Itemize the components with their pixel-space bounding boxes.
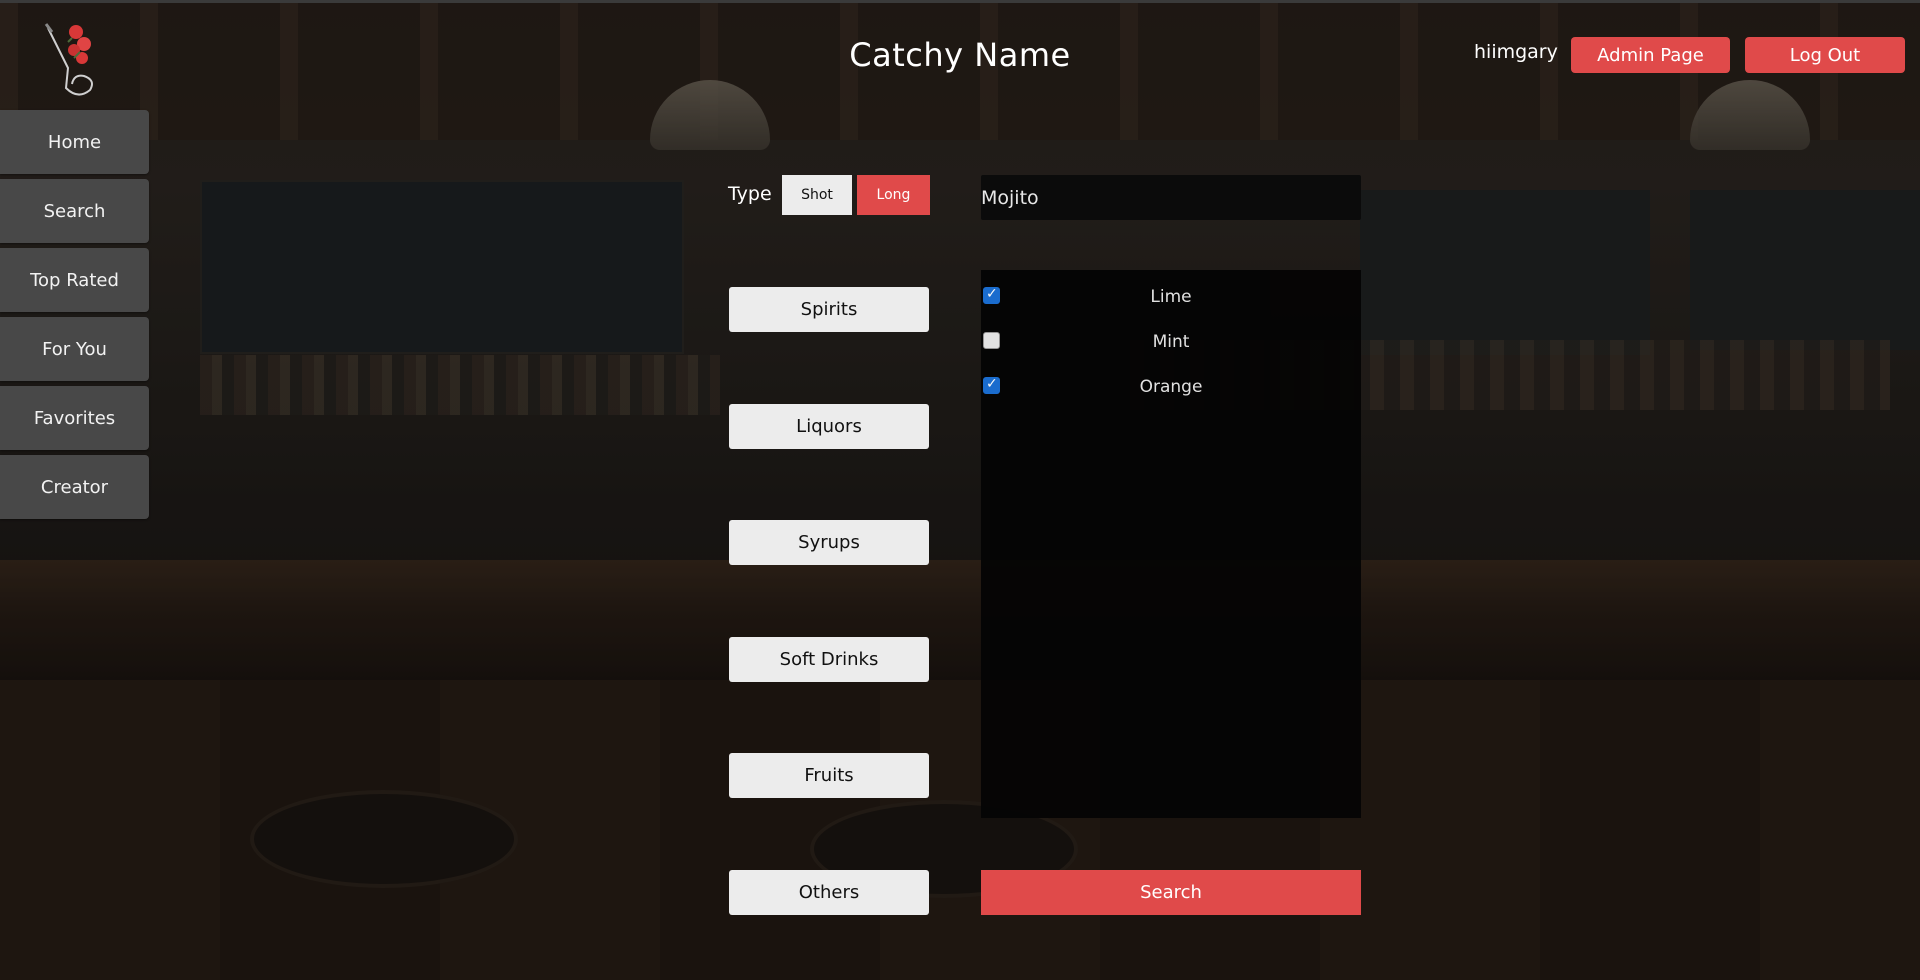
category-soft-drinks-button[interactable]: Soft Drinks [729,637,929,682]
ingredient-mint-checkbox[interactable] [983,332,1000,349]
ingredient-orange-checkbox[interactable] [983,376,1000,394]
bar-background-image [0,0,1920,980]
type-label: Type [728,183,772,205]
log-out-button[interactable]: Log Out [1745,37,1905,73]
sidebar-nav: Home Search Top Rated For You Favorites … [0,110,150,524]
app-title: Catchy Name [849,36,1071,74]
category-others-button[interactable]: Others [729,870,929,915]
ingredient-label: Lime [1150,287,1192,307]
ingredient-label: Mint [1152,332,1190,352]
username-label: hiimgary [1474,41,1558,63]
category-syrups-button[interactable]: Syrups [729,520,929,565]
category-fruits-button[interactable]: Fruits [729,753,929,798]
ingredient-row: Orange [981,372,1361,402]
sidebar-item-top-rated[interactable]: Top Rated [0,248,149,312]
sidebar-item-creator[interactable]: Creator [0,455,149,519]
sidebar-item-for-you[interactable]: For You [0,317,149,381]
category-liquors-button[interactable]: Liquors [729,404,929,449]
admin-page-button[interactable]: Admin Page [1571,37,1730,73]
type-long-button[interactable]: Long [857,175,930,215]
ingredient-label: Orange [1139,377,1203,397]
top-border [0,0,1920,3]
sidebar-item-home[interactable]: Home [0,110,149,174]
sidebar-item-search[interactable]: Search [0,179,149,243]
sidebar-item-favorites[interactable]: Favorites [0,386,149,450]
ingredient-list-panel: Lime Mint Orange [981,270,1361,818]
ingredient-row: Lime [981,282,1361,312]
type-shot-button[interactable]: Shot [782,175,852,215]
rose-logo-icon[interactable] [38,18,110,100]
search-button[interactable]: Search [981,870,1361,915]
ingredient-row: Mint [981,327,1361,357]
ingredient-lime-checkbox[interactable] [983,286,1000,304]
cocktail-name-input[interactable] [981,175,1361,220]
category-spirits-button[interactable]: Spirits [729,287,929,332]
